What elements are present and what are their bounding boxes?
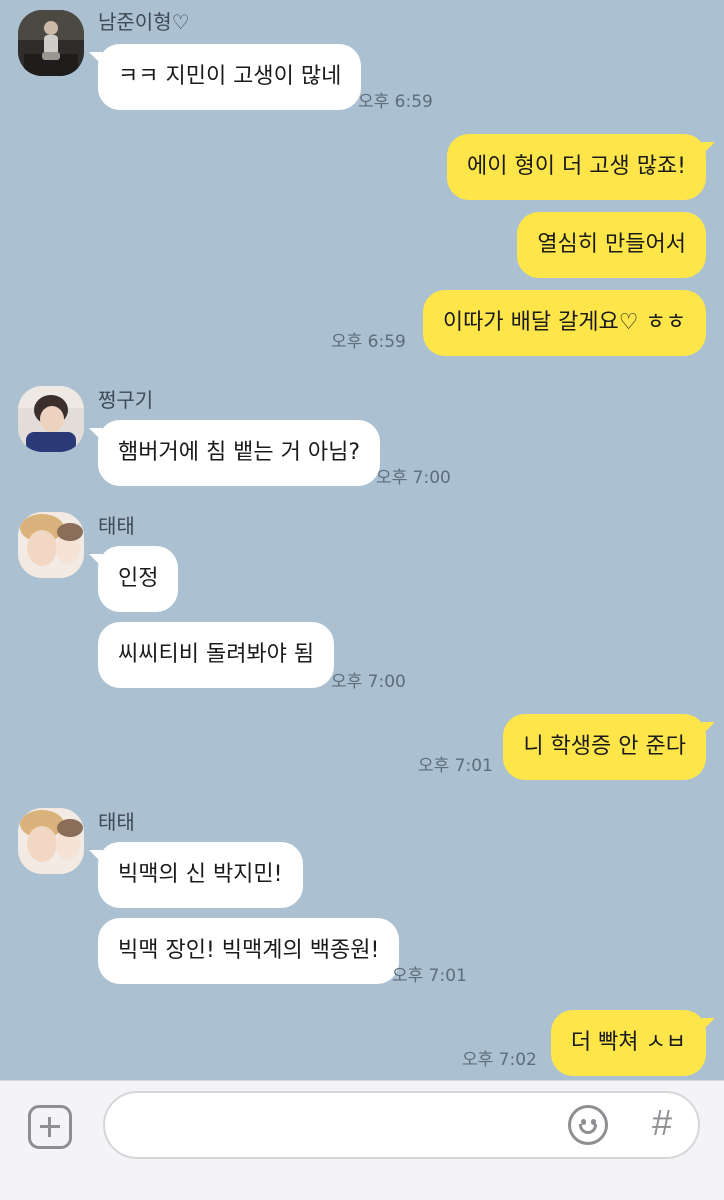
hash-icon[interactable]: # — [644, 1101, 680, 1145]
sender-name: 태태 — [98, 810, 135, 834]
plus-square-icon[interactable] — [28, 1105, 72, 1149]
outgoing-message[interactable]: 이따가 배달 갈게요♡ ㅎㅎ — [422, 290, 706, 356]
outgoing-message[interactable]: 에이 형이 더 고생 많죠! — [447, 134, 715, 200]
smiley-mouth — [579, 1124, 597, 1134]
message-time: 오후 7:01 — [392, 966, 467, 986]
incoming-message[interactable]: 인정 — [88, 546, 179, 612]
chat-area[interactable]: 남준이형♡ ㅋㅋ 지민이 고생이 많네 오후 6:59 에이 형이 더 고생 많… — [0, 0, 724, 1080]
message-time: 오후 7:00 — [331, 672, 406, 692]
avatar-namjoon[interactable] — [18, 10, 84, 76]
message-time: 오후 7:00 — [376, 468, 451, 488]
avatar-jungkook[interactable] — [18, 386, 84, 452]
sender-name: 태태 — [98, 514, 135, 538]
smiley-icon[interactable] — [568, 1105, 608, 1145]
outgoing-message[interactable]: 열심히 만들어서 — [517, 212, 706, 278]
message-time: 오후 7:01 — [418, 756, 493, 776]
incoming-message[interactable]: 씨씨티비 돌려봐야 됨 — [98, 622, 335, 688]
message-time: 오후 7:02 — [462, 1050, 537, 1070]
sender-name: 남준이형♡ — [98, 10, 190, 34]
incoming-message[interactable]: 빅맥의 신 박지민! — [89, 842, 303, 908]
message-composer: # — [0, 1080, 724, 1200]
outgoing-message[interactable]: 니 학생증 안 준다 — [503, 714, 715, 780]
message-time: 오후 6:59 — [331, 332, 406, 352]
incoming-message[interactable]: 햄버거에 침 뱉는 거 아님? — [88, 420, 381, 486]
message-time: 오후 6:59 — [358, 92, 433, 112]
sender-name: 쩡구기 — [98, 388, 154, 412]
message-input[interactable] — [103, 1091, 700, 1159]
incoming-message[interactable]: ㅋㅋ 지민이 고생이 많네 — [88, 44, 362, 110]
incoming-message[interactable]: 빅맥 장인! 빅맥계의 백종원! — [98, 918, 400, 984]
outgoing-message[interactable]: 더 빡쳐 ㅅㅂ — [550, 1010, 716, 1076]
avatar-taehyung[interactable] — [18, 512, 84, 578]
avatar-taehyung[interactable] — [18, 808, 84, 874]
